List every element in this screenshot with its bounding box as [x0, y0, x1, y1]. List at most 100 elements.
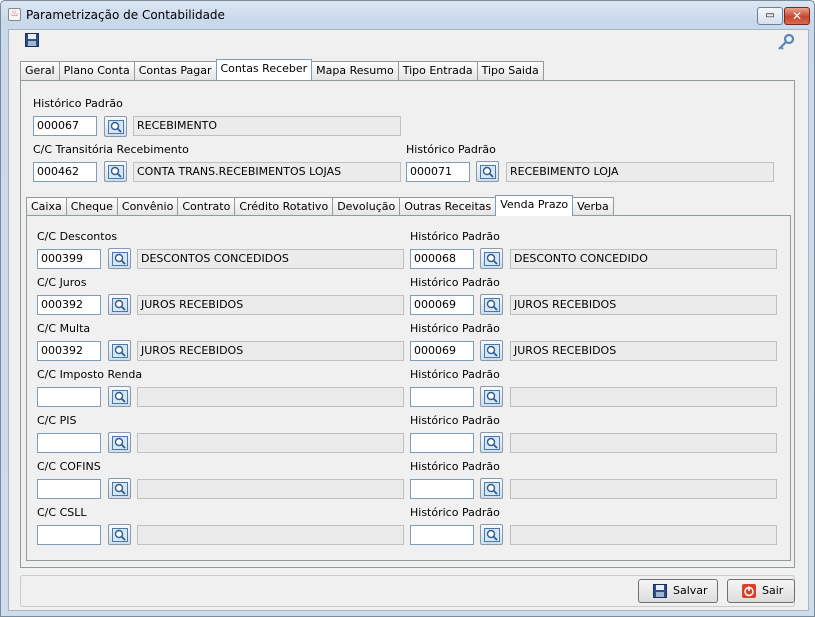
- cc-search-button[interactable]: [108, 524, 131, 545]
- magnifier-icon: [484, 390, 500, 404]
- historico-padrao-2-search-button[interactable]: [476, 161, 499, 182]
- cc-code-field[interactable]: [37, 433, 101, 453]
- magnifier-icon: [112, 390, 128, 404]
- main-tab-5[interactable]: Tipo Entrada: [397, 61, 478, 80]
- main-tab-3[interactable]: Contas Receber: [215, 59, 313, 80]
- exit-button-label: Sair: [762, 584, 784, 597]
- main-tab-0[interactable]: Geral: [20, 61, 60, 80]
- historico-description: [510, 525, 777, 545]
- historico-description: JUROS RECEBIDOS: [510, 341, 777, 361]
- cc-label: C/C CSLL: [37, 506, 87, 519]
- cc-description: [137, 525, 404, 545]
- historico-padrao-2-code-field[interactable]: 000071: [406, 162, 470, 182]
- magnifier-icon: [108, 120, 124, 134]
- historico-search-button[interactable]: [480, 248, 503, 269]
- bottom-button-bar: Salvar Sair: [20, 575, 795, 607]
- historico-label: Histórico Padrão: [410, 322, 500, 335]
- client-area: Geral Plano Conta Contas Pagar Contas Receb…: [8, 29, 809, 611]
- sub-tab-8[interactable]: Verba: [572, 197, 614, 216]
- sub-tab-5[interactable]: Devolução: [332, 197, 401, 216]
- save-toolbar-icon[interactable]: [25, 33, 39, 47]
- historico-search-button[interactable]: [480, 478, 503, 499]
- cc-description: JUROS RECEBIDOS: [137, 295, 404, 315]
- historico-label: Histórico Padrão: [410, 460, 500, 473]
- historico-padrao-2-label: Histórico Padrão: [406, 143, 496, 156]
- historico-code-field[interactable]: 000069: [410, 341, 474, 361]
- cc-code-field[interactable]: 000399: [37, 249, 101, 269]
- historico-description: JUROS RECEBIDOS: [510, 295, 777, 315]
- cc-label: C/C Juros: [37, 276, 87, 289]
- historico-description: DESCONTO CONCEDIDO: [510, 249, 777, 269]
- sub-tab-7[interactable]: Venda Prazo: [495, 195, 574, 216]
- historico-padrao-search-button[interactable]: [104, 116, 127, 137]
- cc-search-button[interactable]: [108, 432, 131, 453]
- cc-code-field[interactable]: [37, 525, 101, 545]
- window-title: Parametrização de Contabilidade: [26, 8, 225, 22]
- cc-search-button[interactable]: [108, 340, 131, 361]
- sub-tab-2[interactable]: Convênio: [116, 197, 179, 216]
- historico-label: Histórico Padrão: [410, 506, 500, 519]
- cc-search-button[interactable]: [108, 294, 131, 315]
- magnifier-icon: [484, 252, 500, 266]
- cc-description: [137, 387, 404, 407]
- historico-code-field[interactable]: [410, 525, 474, 545]
- sub-tab-4[interactable]: Crédito Rotativo: [234, 197, 334, 216]
- sub-tab-3[interactable]: Contrato: [177, 197, 236, 216]
- main-tab-4[interactable]: Mapa Resumo: [311, 61, 399, 80]
- cc-transitoria-label: C/C Transitória Recebimento: [33, 143, 189, 156]
- cc-transitoria-code-field[interactable]: 000462: [33, 162, 97, 182]
- cc-code-field[interactable]: 000392: [37, 295, 101, 315]
- historico-padrao-code-field[interactable]: 000067: [33, 116, 97, 136]
- main-tab-2[interactable]: Contas Pagar: [133, 61, 217, 80]
- cc-code-field[interactable]: 000392: [37, 341, 101, 361]
- magnifier-icon: [112, 436, 128, 450]
- cc-code-field[interactable]: [37, 479, 101, 499]
- historico-label: Histórico Padrão: [410, 414, 500, 427]
- historico-code-field[interactable]: [410, 479, 474, 499]
- historico-code-field[interactable]: 000068: [410, 249, 474, 269]
- cc-label: C/C COFINS: [37, 460, 101, 473]
- historico-search-button[interactable]: [480, 294, 503, 315]
- historico-search-button[interactable]: [480, 386, 503, 407]
- exit-button[interactable]: Sair: [727, 579, 795, 603]
- cc-search-button[interactable]: [108, 248, 131, 269]
- cc-search-button[interactable]: [108, 478, 131, 499]
- historico-search-button[interactable]: [480, 432, 503, 453]
- historico-label: Histórico Padrão: [410, 230, 500, 243]
- magnifier-icon: [484, 436, 500, 450]
- historico-code-field[interactable]: [410, 387, 474, 407]
- cc-label: C/C Multa: [37, 322, 91, 335]
- save-button[interactable]: Salvar: [638, 579, 718, 603]
- cc-description: [137, 479, 404, 499]
- power-icon: [742, 584, 756, 598]
- magnifier-icon: [108, 165, 124, 179]
- magnifier-icon: [484, 298, 500, 312]
- sub-tab-6[interactable]: Outras Receitas: [399, 197, 497, 216]
- main-tab-strip: Geral Plano Conta Contas Pagar Contas Receb…: [20, 59, 544, 80]
- cc-transitoria-description: CONTA TRANS.RECEBIMENTOS LOJAS: [133, 162, 401, 182]
- historico-search-button[interactable]: [480, 340, 503, 361]
- sub-tab-strip: Caixa Cheque Convênio Contrato Crédito Rotat…: [26, 195, 614, 216]
- historico-search-button[interactable]: [480, 524, 503, 545]
- main-tab-6[interactable]: Tipo Saida: [476, 61, 544, 80]
- cc-code-field[interactable]: [37, 387, 101, 407]
- sub-tab-1[interactable]: Cheque: [65, 197, 118, 216]
- title-bar: ♨ Parametrização de Contabilidade ▭ ✕: [1, 1, 814, 29]
- magnifier-icon: [484, 344, 500, 358]
- floppy-disk-icon: [653, 584, 667, 598]
- historico-label: Histórico Padrão: [410, 276, 500, 289]
- cc-description: JUROS RECEBIDOS: [137, 341, 404, 361]
- historico-code-field[interactable]: 000069: [410, 295, 474, 315]
- historico-code-field[interactable]: [410, 433, 474, 453]
- close-button[interactable]: ✕: [784, 7, 810, 25]
- magnifier-icon: [112, 252, 128, 266]
- cc-transitoria-search-button[interactable]: [104, 161, 127, 182]
- historico-description: [510, 479, 777, 499]
- cc-label: C/C Descontos: [37, 230, 118, 243]
- sub-tab-0[interactable]: Caixa: [26, 197, 67, 216]
- cc-search-button[interactable]: [108, 386, 131, 407]
- java-app-icon: ♨: [8, 8, 21, 21]
- main-tab-1[interactable]: Plano Conta: [58, 61, 135, 80]
- restore-button[interactable]: ▭: [757, 7, 783, 25]
- key-icon[interactable]: [777, 33, 795, 51]
